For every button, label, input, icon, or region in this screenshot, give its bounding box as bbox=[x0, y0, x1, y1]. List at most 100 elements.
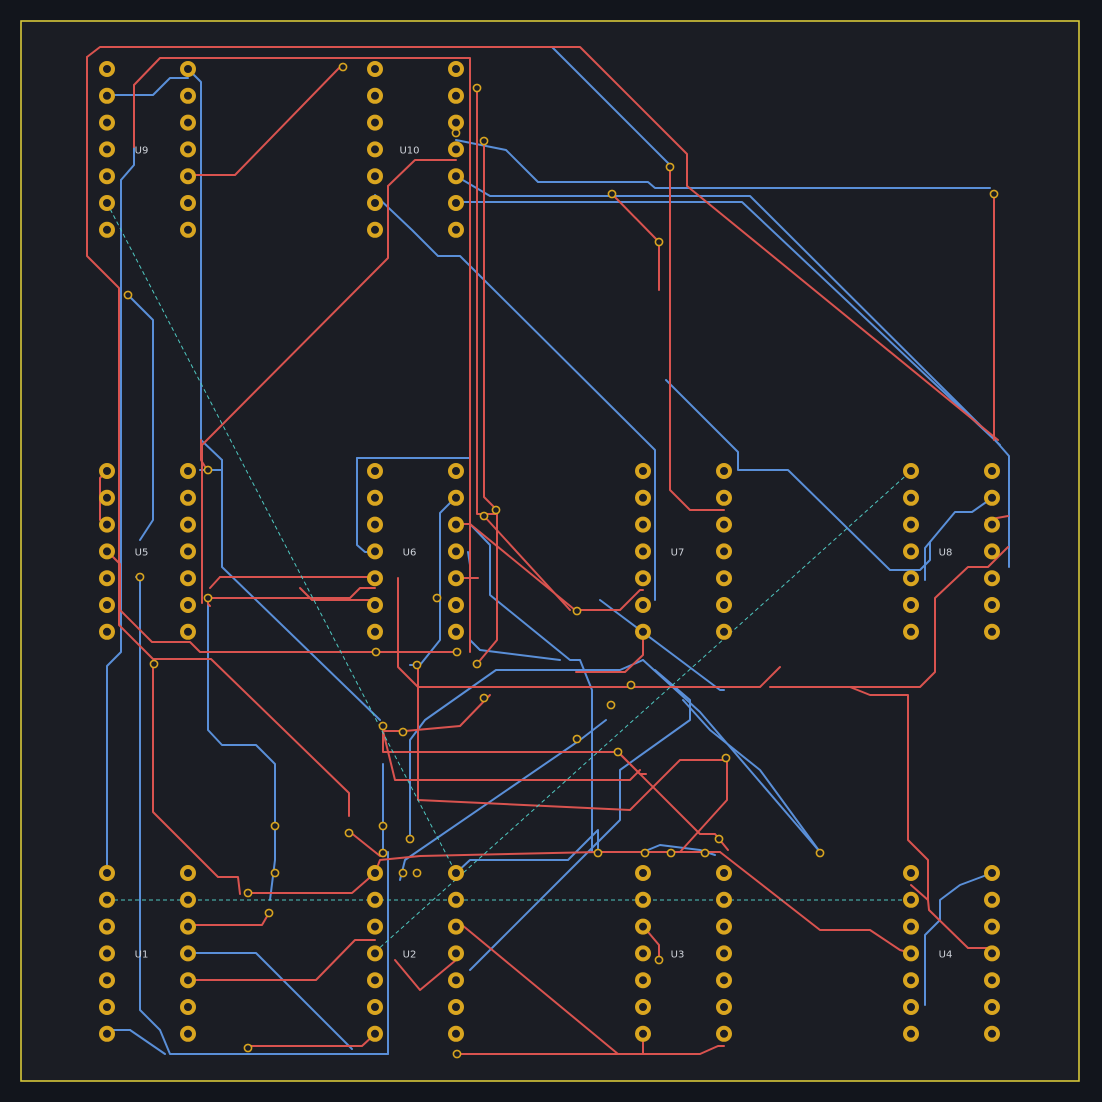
pad[interactable] bbox=[984, 1025, 1000, 1042]
pad[interactable] bbox=[984, 463, 1000, 479]
pad[interactable] bbox=[180, 61, 196, 77]
pad[interactable] bbox=[448, 141, 464, 158]
pad[interactable] bbox=[635, 865, 651, 881]
pad[interactable] bbox=[635, 972, 651, 989]
pad[interactable] bbox=[448, 168, 464, 185]
pad[interactable] bbox=[99, 141, 115, 158]
pad[interactable] bbox=[367, 463, 383, 479]
pad[interactable] bbox=[635, 516, 651, 533]
pad[interactable] bbox=[984, 597, 1000, 613]
pad[interactable] bbox=[367, 61, 383, 77]
pad[interactable] bbox=[99, 999, 115, 1015]
pad[interactable] bbox=[99, 61, 115, 77]
pad[interactable] bbox=[903, 489, 919, 506]
pad[interactable] bbox=[984, 543, 1000, 560]
pad[interactable] bbox=[367, 221, 383, 238]
pad[interactable] bbox=[367, 141, 383, 158]
pad[interactable] bbox=[180, 195, 196, 211]
pad[interactable] bbox=[984, 999, 1000, 1015]
pad[interactable] bbox=[716, 972, 732, 989]
pad[interactable] bbox=[448, 865, 464, 881]
pad[interactable] bbox=[635, 999, 651, 1015]
pad[interactable] bbox=[903, 1025, 919, 1042]
pad[interactable] bbox=[448, 623, 464, 640]
pad[interactable] bbox=[635, 570, 651, 587]
pad[interactable] bbox=[448, 945, 464, 962]
pad[interactable] bbox=[367, 489, 383, 506]
pad[interactable] bbox=[635, 623, 651, 640]
pad[interactable] bbox=[716, 891, 732, 908]
pad[interactable] bbox=[903, 543, 919, 560]
pad[interactable] bbox=[716, 597, 732, 613]
pad[interactable] bbox=[984, 865, 1000, 881]
pad[interactable] bbox=[99, 489, 115, 506]
pad[interactable] bbox=[180, 623, 196, 640]
pad[interactable] bbox=[635, 891, 651, 908]
pad[interactable] bbox=[716, 918, 732, 935]
pad[interactable] bbox=[448, 489, 464, 506]
pad[interactable] bbox=[367, 1025, 383, 1042]
pad[interactable] bbox=[448, 1025, 464, 1042]
pad[interactable] bbox=[984, 891, 1000, 908]
pad[interactable] bbox=[716, 1025, 732, 1042]
pad[interactable] bbox=[716, 865, 732, 881]
pad[interactable] bbox=[448, 570, 464, 587]
pad[interactable] bbox=[99, 865, 115, 881]
pad[interactable] bbox=[903, 999, 919, 1015]
pad[interactable] bbox=[716, 570, 732, 587]
pad[interactable] bbox=[984, 570, 1000, 587]
pad[interactable] bbox=[367, 114, 383, 131]
pad[interactable] bbox=[367, 999, 383, 1015]
pad[interactable] bbox=[367, 87, 383, 104]
pad[interactable] bbox=[99, 543, 115, 560]
pad[interactable] bbox=[99, 221, 115, 238]
pad[interactable] bbox=[367, 865, 383, 881]
pad[interactable] bbox=[180, 168, 196, 185]
pad[interactable] bbox=[903, 570, 919, 587]
pad[interactable] bbox=[99, 597, 115, 613]
pad[interactable] bbox=[716, 463, 732, 479]
pad[interactable] bbox=[984, 945, 1000, 962]
pad[interactable] bbox=[367, 168, 383, 185]
pad[interactable] bbox=[180, 1025, 196, 1042]
pad[interactable] bbox=[180, 945, 196, 962]
pad[interactable] bbox=[99, 1025, 115, 1042]
pad[interactable] bbox=[99, 114, 115, 131]
pad[interactable] bbox=[984, 918, 1000, 935]
pad[interactable] bbox=[635, 1025, 651, 1042]
pad[interactable] bbox=[180, 141, 196, 158]
pad[interactable] bbox=[635, 918, 651, 935]
pad[interactable] bbox=[99, 195, 115, 211]
pad[interactable] bbox=[448, 61, 464, 77]
pad[interactable] bbox=[99, 570, 115, 587]
pad[interactable] bbox=[448, 597, 464, 613]
pad[interactable] bbox=[716, 945, 732, 962]
pad[interactable] bbox=[716, 999, 732, 1015]
pad[interactable] bbox=[448, 114, 464, 131]
pad[interactable] bbox=[635, 463, 651, 479]
pad[interactable] bbox=[984, 623, 1000, 640]
pad[interactable] bbox=[99, 463, 115, 479]
pad[interactable] bbox=[99, 516, 115, 533]
pad[interactable] bbox=[448, 87, 464, 104]
pad[interactable] bbox=[99, 87, 115, 104]
pad[interactable] bbox=[180, 891, 196, 908]
pad[interactable] bbox=[367, 597, 383, 613]
pad[interactable] bbox=[903, 972, 919, 989]
pad[interactable] bbox=[903, 945, 919, 962]
pad[interactable] bbox=[99, 623, 115, 640]
pad[interactable] bbox=[367, 972, 383, 989]
pad[interactable] bbox=[99, 972, 115, 989]
pad[interactable] bbox=[180, 463, 196, 479]
pad[interactable] bbox=[180, 489, 196, 506]
pad[interactable] bbox=[367, 195, 383, 211]
pad[interactable] bbox=[448, 221, 464, 238]
pad[interactable] bbox=[903, 865, 919, 881]
pad[interactable] bbox=[635, 489, 651, 506]
pad[interactable] bbox=[180, 918, 196, 935]
pad[interactable] bbox=[367, 945, 383, 962]
pad[interactable] bbox=[903, 463, 919, 479]
pad[interactable] bbox=[180, 999, 196, 1015]
pad[interactable] bbox=[984, 489, 1000, 506]
pad[interactable] bbox=[635, 945, 651, 962]
